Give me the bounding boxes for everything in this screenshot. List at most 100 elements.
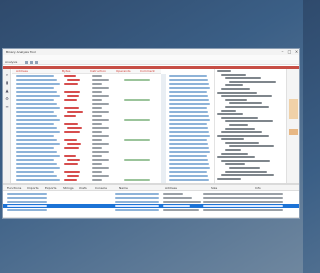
hex-bytes bbox=[169, 131, 209, 133]
hex-bytes bbox=[169, 95, 208, 97]
minimap-highlight bbox=[289, 129, 298, 135]
instruction-text bbox=[64, 99, 77, 101]
bookmark-icon[interactable]: ▮ bbox=[5, 81, 9, 85]
row-size bbox=[163, 201, 201, 203]
hex-bytes bbox=[169, 171, 207, 173]
app-window: Binary Analysis Tool – □ × File Edit Vie… bbox=[2, 48, 300, 219]
row-info bbox=[203, 197, 283, 199]
row-address bbox=[115, 209, 159, 211]
row-name bbox=[7, 197, 47, 199]
address-text bbox=[16, 75, 54, 77]
forward-button[interactable] bbox=[30, 61, 33, 64]
graph-icon[interactable]: ▲ bbox=[5, 89, 9, 93]
address-text bbox=[16, 135, 54, 137]
disassembly-listing[interactable] bbox=[12, 74, 161, 183]
address-text bbox=[16, 151, 57, 153]
operand-text bbox=[92, 115, 102, 117]
tab-exports[interactable]: Exports bbox=[45, 185, 56, 191]
decompiler-view[interactable] bbox=[214, 69, 286, 183]
row-name bbox=[7, 209, 47, 211]
address-text bbox=[16, 91, 57, 93]
back-button[interactable] bbox=[25, 61, 28, 64]
operand-text bbox=[92, 171, 102, 173]
tab-imports[interactable]: Imports bbox=[27, 185, 39, 191]
address-text bbox=[16, 163, 57, 165]
settings-icon[interactable]: ⚙ bbox=[5, 97, 9, 101]
operand-text bbox=[92, 123, 102, 125]
instruction-text bbox=[67, 159, 80, 161]
operand-text bbox=[92, 151, 109, 153]
hex-bytes bbox=[169, 179, 209, 181]
bottom-tabs: Functions Imports Exports Strings Xrefs … bbox=[3, 185, 115, 191]
tab-console[interactable]: Console bbox=[95, 185, 107, 191]
hex-bytes bbox=[169, 151, 210, 153]
row-size bbox=[163, 205, 190, 207]
address-text bbox=[16, 167, 60, 169]
hex-bytes bbox=[169, 87, 210, 89]
instruction-text bbox=[67, 79, 80, 81]
address-text bbox=[16, 107, 60, 109]
address-text bbox=[16, 155, 60, 157]
hex-bytes bbox=[169, 135, 210, 137]
overview-strip[interactable] bbox=[161, 74, 166, 183]
operand-text bbox=[92, 159, 109, 161]
table-row[interactable] bbox=[3, 208, 299, 212]
refresh-button[interactable] bbox=[35, 61, 38, 64]
listing-line[interactable] bbox=[12, 178, 161, 182]
hex-bytes bbox=[169, 75, 207, 77]
toolbar: Analysis bbox=[3, 60, 299, 65]
operand-text bbox=[92, 119, 109, 121]
horizontal-scrollbar[interactable] bbox=[3, 217, 299, 218]
hex-bytes bbox=[169, 99, 209, 101]
instruction-text bbox=[67, 111, 83, 113]
operand-text bbox=[92, 139, 102, 141]
search-icon[interactable]: ⌕ bbox=[5, 73, 9, 77]
tab-functions[interactable]: Functions bbox=[7, 185, 21, 191]
col-info: Info bbox=[255, 186, 261, 190]
comment-text bbox=[124, 179, 150, 181]
operand-text bbox=[92, 103, 109, 105]
address-text bbox=[16, 139, 57, 141]
instruction-text bbox=[64, 115, 76, 117]
hex-bytes bbox=[169, 167, 210, 169]
row-size bbox=[163, 197, 192, 199]
row-info bbox=[203, 205, 283, 207]
operand-text bbox=[92, 147, 102, 149]
address-text bbox=[16, 175, 57, 177]
col-name: Name bbox=[119, 186, 128, 190]
instruction-text bbox=[64, 171, 80, 173]
instruction-text bbox=[64, 163, 78, 165]
hex-bytes bbox=[169, 155, 207, 157]
comment-text bbox=[124, 159, 150, 161]
address-text bbox=[16, 127, 57, 129]
bottom-panel: Functions Imports Exports Strings Xrefs … bbox=[3, 185, 299, 218]
tab-xrefs[interactable]: Xrefs bbox=[79, 185, 87, 191]
hex-bytes bbox=[169, 139, 207, 141]
operand-text bbox=[92, 83, 102, 85]
tab-strings[interactable]: Strings bbox=[63, 185, 74, 191]
instruction-text bbox=[64, 147, 79, 149]
row-name bbox=[7, 201, 47, 203]
operand-text bbox=[92, 167, 109, 169]
instruction-text bbox=[64, 131, 80, 133]
minimap-scrollbar[interactable] bbox=[286, 69, 299, 183]
row-info bbox=[203, 193, 283, 195]
address-text bbox=[16, 171, 54, 173]
hex-bytes bbox=[169, 83, 209, 85]
address-text bbox=[16, 131, 60, 133]
operand-text bbox=[92, 155, 102, 157]
address-text bbox=[16, 83, 60, 85]
instruction-text bbox=[67, 143, 81, 145]
code-line[interactable] bbox=[215, 177, 286, 181]
operand-text bbox=[92, 87, 109, 89]
address-text bbox=[16, 115, 57, 117]
list-icon[interactable]: ≡ bbox=[5, 105, 9, 109]
operand-text bbox=[92, 163, 102, 165]
row-address bbox=[115, 201, 159, 203]
hex-view[interactable] bbox=[167, 74, 213, 183]
operand-text bbox=[92, 135, 109, 137]
results-header: Name Address Size Info bbox=[115, 185, 299, 191]
hex-bytes bbox=[169, 175, 208, 177]
comment-text bbox=[124, 119, 150, 121]
hex-line[interactable] bbox=[167, 178, 213, 182]
